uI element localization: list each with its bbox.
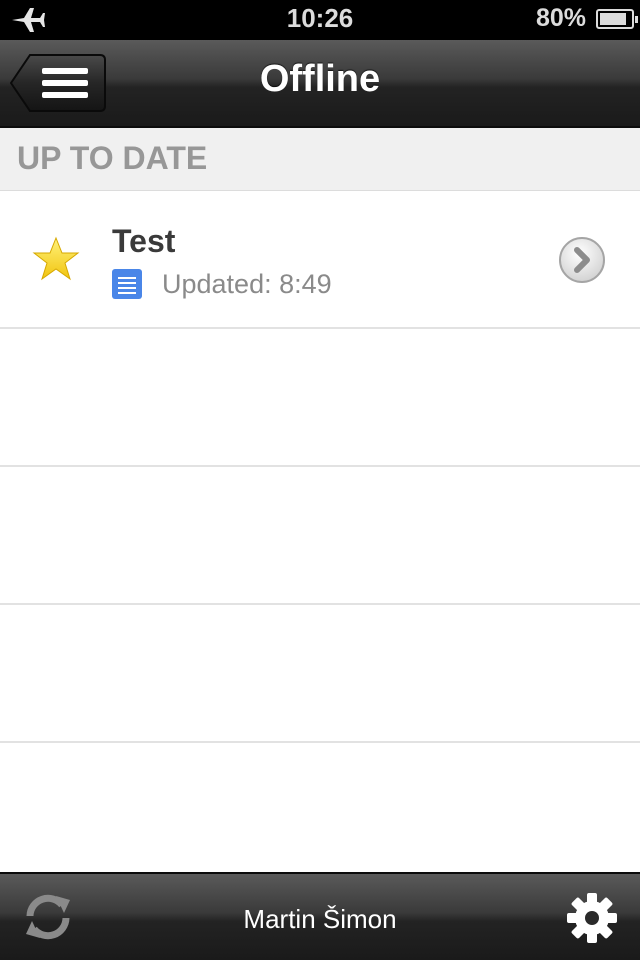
list-item[interactable]: Test Updated: 8:49	[0, 191, 640, 329]
document-icon	[112, 269, 142, 299]
status-bar: 10:26 80%	[0, 0, 640, 40]
empty-row	[0, 467, 640, 605]
user-name: Martin Šimon	[243, 904, 397, 934]
empty-row	[0, 329, 640, 467]
section-header-label: UP TO DATE	[17, 140, 208, 176]
document-updated: Updated: 8:49	[162, 269, 332, 299]
chevron-right-icon[interactable]	[558, 236, 606, 284]
document-title: Test	[112, 223, 176, 259]
page-title: Offline	[259, 58, 381, 100]
section-header: UP TO DATE	[0, 128, 640, 191]
star-icon[interactable]	[32, 236, 80, 282]
nav-bar: Offline	[0, 40, 640, 128]
bottom-toolbar: Martin Šimon	[0, 872, 640, 960]
battery-icon	[596, 9, 638, 29]
empty-row	[0, 605, 640, 743]
gear-icon[interactable]	[566, 892, 618, 944]
battery-percent: 80%	[535, 4, 586, 32]
